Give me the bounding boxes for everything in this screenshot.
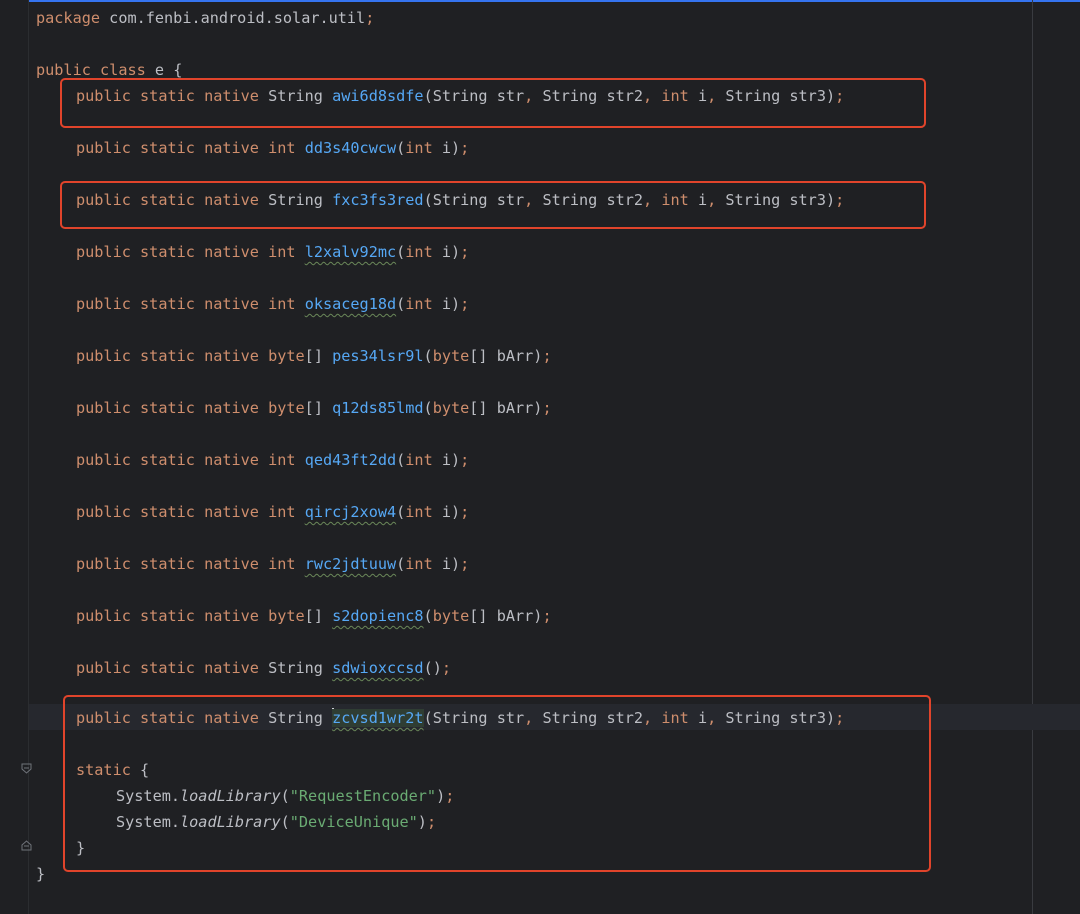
method-line[interactable]: public static native int dd3s40cwcw(int … (76, 135, 469, 161)
native-keyword: native (204, 451, 259, 469)
fold-marker-icon[interactable] (21, 840, 32, 851)
class-open-brace: { (173, 61, 183, 79)
highlight-box (60, 181, 926, 229)
return-type: int (268, 295, 296, 313)
class-close[interactable]: } (36, 861, 45, 887)
return-type: byte (268, 607, 305, 625)
editor-top-border (0, 0, 1080, 2)
static-keyword: static (140, 139, 195, 157)
native-keyword: native (204, 243, 259, 261)
static-keyword: static (140, 503, 195, 521)
public-keyword: public (76, 555, 131, 573)
method-name[interactable]: dd3s40cwcw (305, 139, 396, 157)
highlight-box (60, 78, 926, 128)
public-keyword: public (76, 139, 131, 157)
native-keyword: native (204, 295, 259, 313)
method-params: (int i); (396, 295, 470, 313)
public-keyword: public (76, 399, 131, 417)
line-gutter[interactable] (0, 0, 29, 914)
method-line[interactable]: public static native int l2xalv92mc(int … (76, 239, 469, 265)
public-keyword: public (76, 243, 131, 261)
method-name[interactable]: qircj2xow4 (305, 503, 396, 521)
class-keyword: class (100, 61, 146, 79)
native-keyword: native (204, 555, 259, 573)
return-type: byte (268, 399, 305, 417)
static-keyword: static (140, 555, 195, 573)
class-close-brace: } (36, 865, 46, 883)
method-params: (int i); (396, 139, 470, 157)
method-params: (int i); (396, 503, 470, 521)
return-type: int (268, 451, 296, 469)
semicolon: ; (365, 9, 375, 27)
static-keyword: static (140, 243, 195, 261)
public-keyword: public (36, 61, 91, 79)
method-params: (byte[] bArr); (423, 399, 552, 417)
method-params: (int i); (396, 243, 470, 261)
method-line[interactable]: public static native int qed43ft2dd(int … (76, 447, 469, 473)
public-keyword: public (76, 503, 131, 521)
method-name[interactable]: s2dopienc8 (332, 607, 423, 625)
method-line[interactable]: public static native int rwc2jdtuuw(int … (76, 551, 469, 577)
package-name: com.fenbi.android.solar.util (109, 9, 366, 27)
static-keyword: static (140, 399, 195, 417)
return-type: int (268, 243, 296, 261)
native-keyword: native (204, 503, 259, 521)
return-type: int (268, 503, 296, 521)
class-name: e (154, 61, 165, 79)
method-name[interactable]: oksaceg18d (305, 295, 396, 313)
method-name[interactable]: sdwioxccsd (332, 659, 423, 677)
static-keyword: static (140, 607, 195, 625)
public-keyword: public (76, 659, 131, 677)
method-line[interactable]: public static native int oksaceg18d(int … (76, 291, 469, 317)
method-name[interactable]: rwc2jdtuuw (305, 555, 396, 573)
method-name[interactable]: q12ds85lmd (332, 399, 423, 417)
package-declaration[interactable]: package com.fenbi.android.solar.util; (36, 5, 374, 31)
code-editor[interactable]: package com.fenbi.android.solar.util; pu… (0, 0, 1080, 914)
return-type: byte (268, 347, 305, 365)
native-keyword: native (204, 399, 259, 417)
method-line[interactable]: public static native byte[] q12ds85lmd(b… (76, 395, 552, 421)
return-type: int (268, 139, 296, 157)
method-line[interactable]: public static native int qircj2xow4(int … (76, 499, 469, 525)
native-keyword: native (204, 139, 259, 157)
public-keyword: public (76, 607, 131, 625)
method-params: (int i); (396, 555, 470, 573)
method-line[interactable]: public static native byte[] pes34lsr9l(b… (76, 343, 552, 369)
method-line[interactable]: public static native byte[] s2dopienc8(b… (76, 603, 552, 629)
public-keyword: public (76, 451, 131, 469)
native-keyword: native (204, 607, 259, 625)
static-keyword: static (140, 347, 195, 365)
method-name[interactable]: pes34lsr9l (332, 347, 423, 365)
method-params: (int i); (396, 451, 470, 469)
native-keyword: native (204, 347, 259, 365)
static-keyword: static (140, 659, 195, 677)
return-type: int (268, 555, 296, 573)
static-keyword: static (140, 295, 195, 313)
return-type: String (268, 659, 323, 677)
method-params: (byte[] bArr); (423, 607, 552, 625)
method-name[interactable]: l2xalv92mc (305, 243, 396, 261)
right-margin-guide (1032, 0, 1033, 914)
highlight-box (63, 695, 931, 872)
public-keyword: public (76, 347, 131, 365)
package-keyword: package (36, 9, 101, 27)
method-name[interactable]: qed43ft2dd (305, 451, 396, 469)
method-params: (); (423, 659, 452, 677)
public-keyword: public (76, 295, 131, 313)
static-keyword: static (140, 451, 195, 469)
method-line[interactable]: public static native String sdwioxccsd()… (76, 655, 451, 681)
method-params: (byte[] bArr); (423, 347, 552, 365)
fold-marker-icon[interactable] (21, 763, 32, 774)
native-keyword: native (204, 659, 259, 677)
